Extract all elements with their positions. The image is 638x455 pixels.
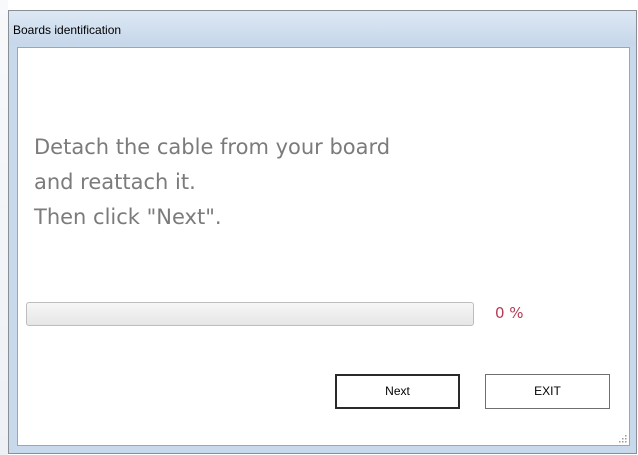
boards-identification-dialog: Boards identification Detach the cable f… (8, 10, 637, 454)
window-title: Boards identification (13, 23, 122, 37)
instruction-line-3: Then click "Next". (34, 205, 222, 229)
progress-bar (26, 302, 474, 326)
instruction-line-2: and reattach it. (34, 170, 196, 194)
resize-grip-icon[interactable] (617, 433, 627, 443)
background-window-edge (0, 0, 8, 455)
exit-button[interactable]: EXIT (485, 374, 610, 409)
next-button[interactable]: Next (335, 374, 460, 409)
instruction-line-1: Detach the cable from your board (34, 135, 391, 159)
screen: Boards identification Detach the cable f… (0, 0, 638, 455)
progress-percent-label: 0 % (495, 304, 524, 322)
title-bar[interactable]: Boards identification (9, 11, 636, 45)
dialog-content: Detach the cable from your board and rea… (17, 47, 630, 446)
